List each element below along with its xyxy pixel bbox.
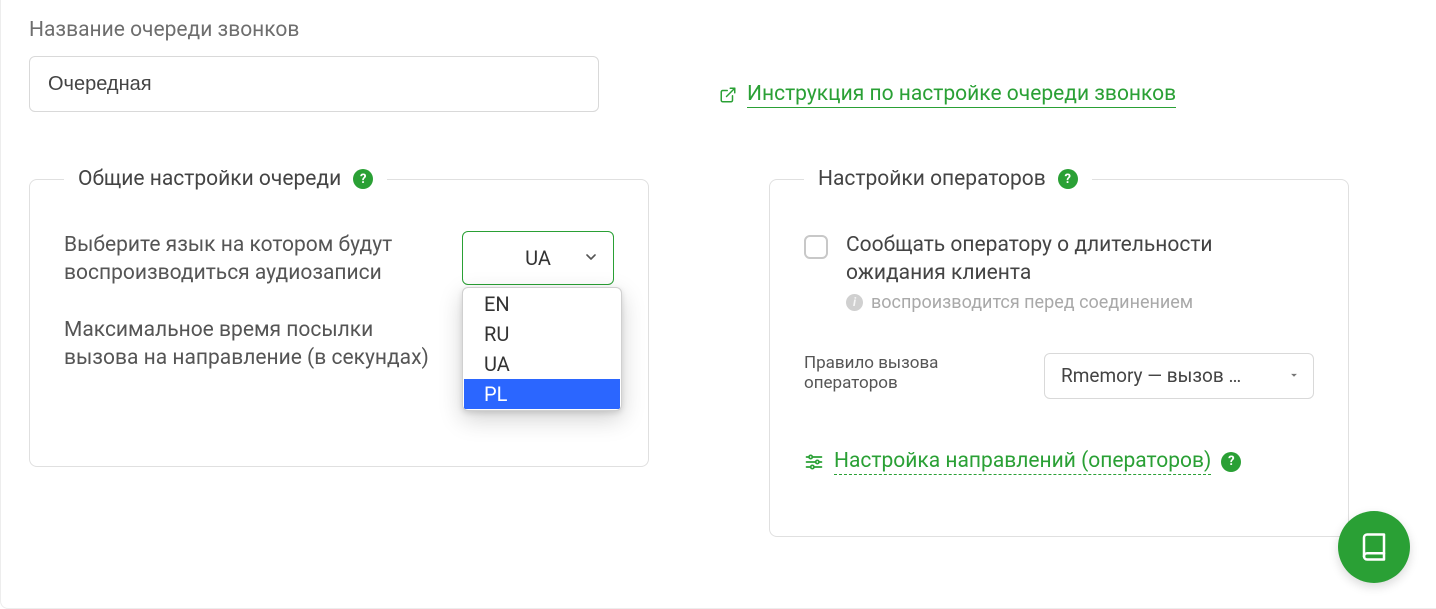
- language-option-ua[interactable]: UA: [464, 349, 620, 379]
- chevron-down-icon: [583, 246, 599, 270]
- external-link-icon: [719, 86, 737, 104]
- call-rule-value: Rmemory — вызов …: [1061, 364, 1241, 387]
- help-instructions-link[interactable]: Инструкция по настройке очереди звонков: [747, 82, 1176, 108]
- language-option-en[interactable]: EN: [464, 289, 620, 319]
- language-dropdown: ENRUUAPL: [462, 287, 622, 411]
- directions-settings-link[interactable]: Настройка направлений (операторов): [834, 449, 1211, 475]
- notify-operator-label: Сообщать оператору о длительности ожидан…: [846, 231, 1314, 288]
- help-icon[interactable]: ?: [1221, 452, 1241, 472]
- info-icon: i: [846, 294, 863, 311]
- notify-operator-subnote: воспроизводится перед соединением: [871, 292, 1193, 313]
- operators-settings-legend: Настройки операторов ?: [804, 167, 1092, 191]
- notify-operator-checkbox[interactable]: [804, 235, 828, 259]
- timeout-label: Максимальное время посылки вызова на нап…: [64, 316, 432, 373]
- general-settings-panel: Общие настройки очереди ? Выберите язык …: [29, 167, 649, 467]
- language-label: Выберите язык на котором будут воспроизв…: [64, 231, 432, 288]
- book-icon: [1359, 532, 1389, 562]
- help-icon[interactable]: ?: [353, 169, 373, 189]
- help-book-fab[interactable]: [1338, 511, 1410, 583]
- language-select[interactable]: UA: [462, 231, 614, 285]
- language-option-ru[interactable]: RU: [464, 319, 620, 349]
- call-rule-label: Правило вызова операторов: [804, 353, 1014, 393]
- help-icon[interactable]: ?: [1058, 169, 1078, 189]
- operators-settings-panel: Настройки операторов ? Сообщать оператор…: [769, 167, 1349, 537]
- language-option-pl[interactable]: PL: [464, 379, 620, 409]
- language-select-value: UA: [525, 246, 551, 270]
- caret-down-icon: [1287, 364, 1301, 387]
- sliders-icon: [804, 452, 824, 472]
- general-settings-legend: Общие настройки очереди ?: [64, 167, 387, 191]
- queue-name-label: Название очереди звонков: [29, 18, 599, 42]
- call-rule-select[interactable]: Rmemory — вызов …: [1044, 353, 1314, 399]
- queue-name-input[interactable]: [29, 56, 599, 112]
